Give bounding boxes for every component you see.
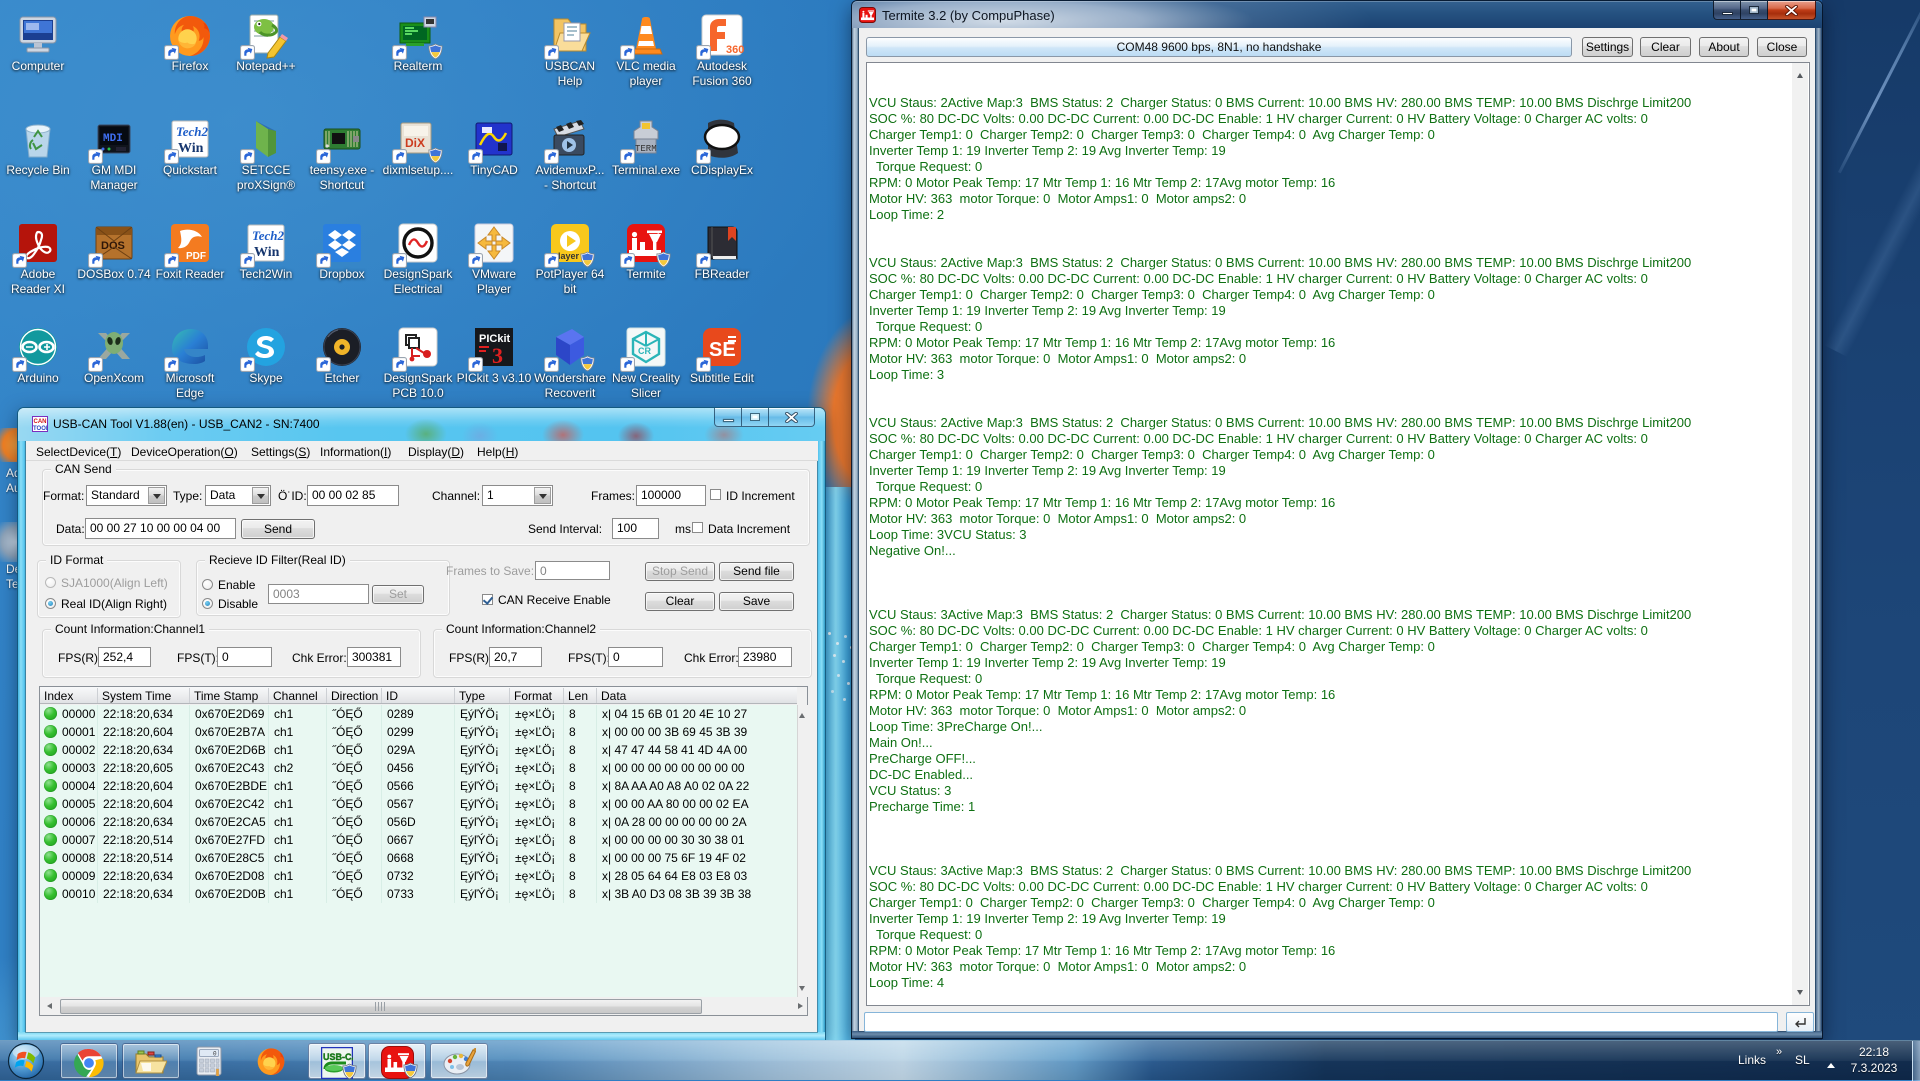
svg-text:USB-CAN: USB-CAN — [323, 1052, 353, 1062]
svg-text:TERM: TERM — [635, 144, 657, 154]
svg-text:3: 3 — [492, 343, 503, 368]
svg-text:DiX: DiX — [405, 136, 425, 150]
svg-text:Win: Win — [254, 245, 280, 260]
svg-text:MDI: MDI — [103, 133, 123, 145]
svg-text:TOOL: TOOL — [33, 426, 48, 432]
svg-text:DOS: DOS — [101, 240, 125, 252]
svg-text:360: 360 — [726, 44, 744, 56]
svg-text:layer: layer — [558, 251, 580, 261]
svg-text:Tech2: Tech2 — [176, 124, 209, 139]
svg-text:SE: SE — [709, 339, 736, 361]
svg-text:CR: CR — [638, 346, 651, 356]
svg-text:PDF: PDF — [186, 251, 206, 262]
svg-text:Tech2: Tech2 — [252, 228, 285, 243]
svg-text:0: 0 — [213, 1051, 217, 1058]
svg-text:CAN: CAN — [34, 419, 47, 425]
svg-text:Win: Win — [178, 141, 204, 156]
